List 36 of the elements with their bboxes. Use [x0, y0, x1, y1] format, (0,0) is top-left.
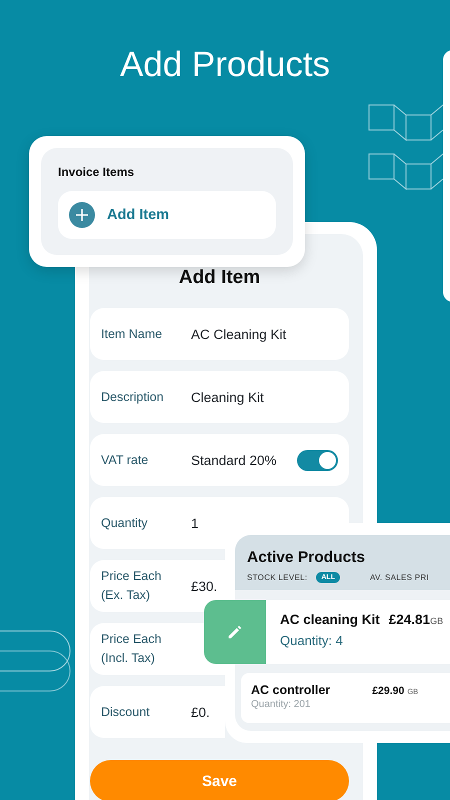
field-label: Price Each (Ex. Tax) [101, 568, 162, 604]
pencil-icon [226, 623, 244, 641]
product-name: AC controller [251, 683, 330, 697]
product-quantity: Quantity: 4 [280, 633, 344, 648]
form-title: Add Item [178, 266, 262, 290]
field-value: 1 [191, 516, 199, 530]
form-field[interactable]: Price Each (Ex. Tax) £30. [90, 560, 225, 612]
field-value: AC Cleaning Kit [191, 326, 286, 342]
field-label: VAT rate [101, 452, 150, 468]
product-name: AC cleaning Kit [280, 612, 380, 627]
products-title: Active Products [247, 549, 366, 567]
column-heading: AV. SALES PRI [370, 573, 430, 582]
product-price: £29.90 [372, 685, 404, 697]
form-field[interactable]: Description Cleaning Kit [90, 371, 349, 423]
field-label: Quantity [101, 514, 149, 532]
field-value: £30. [191, 578, 218, 594]
currency-code: GB [430, 616, 444, 626]
field-value: £0. [191, 704, 210, 720]
field-label: Item Name [101, 326, 164, 342]
product-quantity: Quantity: 201 [251, 699, 312, 710]
field-label: Price Each (Incl. Tax) [101, 631, 162, 667]
field-label: Description [101, 388, 165, 406]
toggle-switch[interactable] [297, 450, 338, 470]
add-icon [69, 202, 95, 228]
field-value: Cleaning Kit [191, 390, 264, 404]
add-item-button[interactable]: Add Item [58, 191, 276, 239]
edit-button[interactable] [204, 600, 266, 664]
page-title: Add Products [118, 44, 332, 86]
section-heading: Invoice Items [58, 165, 136, 179]
form-field[interactable]: VAT rate Standard 20% [90, 434, 349, 486]
field-value: Standard 20% [191, 452, 277, 468]
stock-level-label: STOCK LEVEL: [247, 573, 308, 582]
form-field[interactable]: Item Name AC Cleaning Kit [90, 308, 349, 360]
product-price: £24.81 [388, 612, 430, 627]
field-label: Discount [101, 704, 151, 720]
form-field[interactable]: Discount £0. [90, 686, 225, 738]
